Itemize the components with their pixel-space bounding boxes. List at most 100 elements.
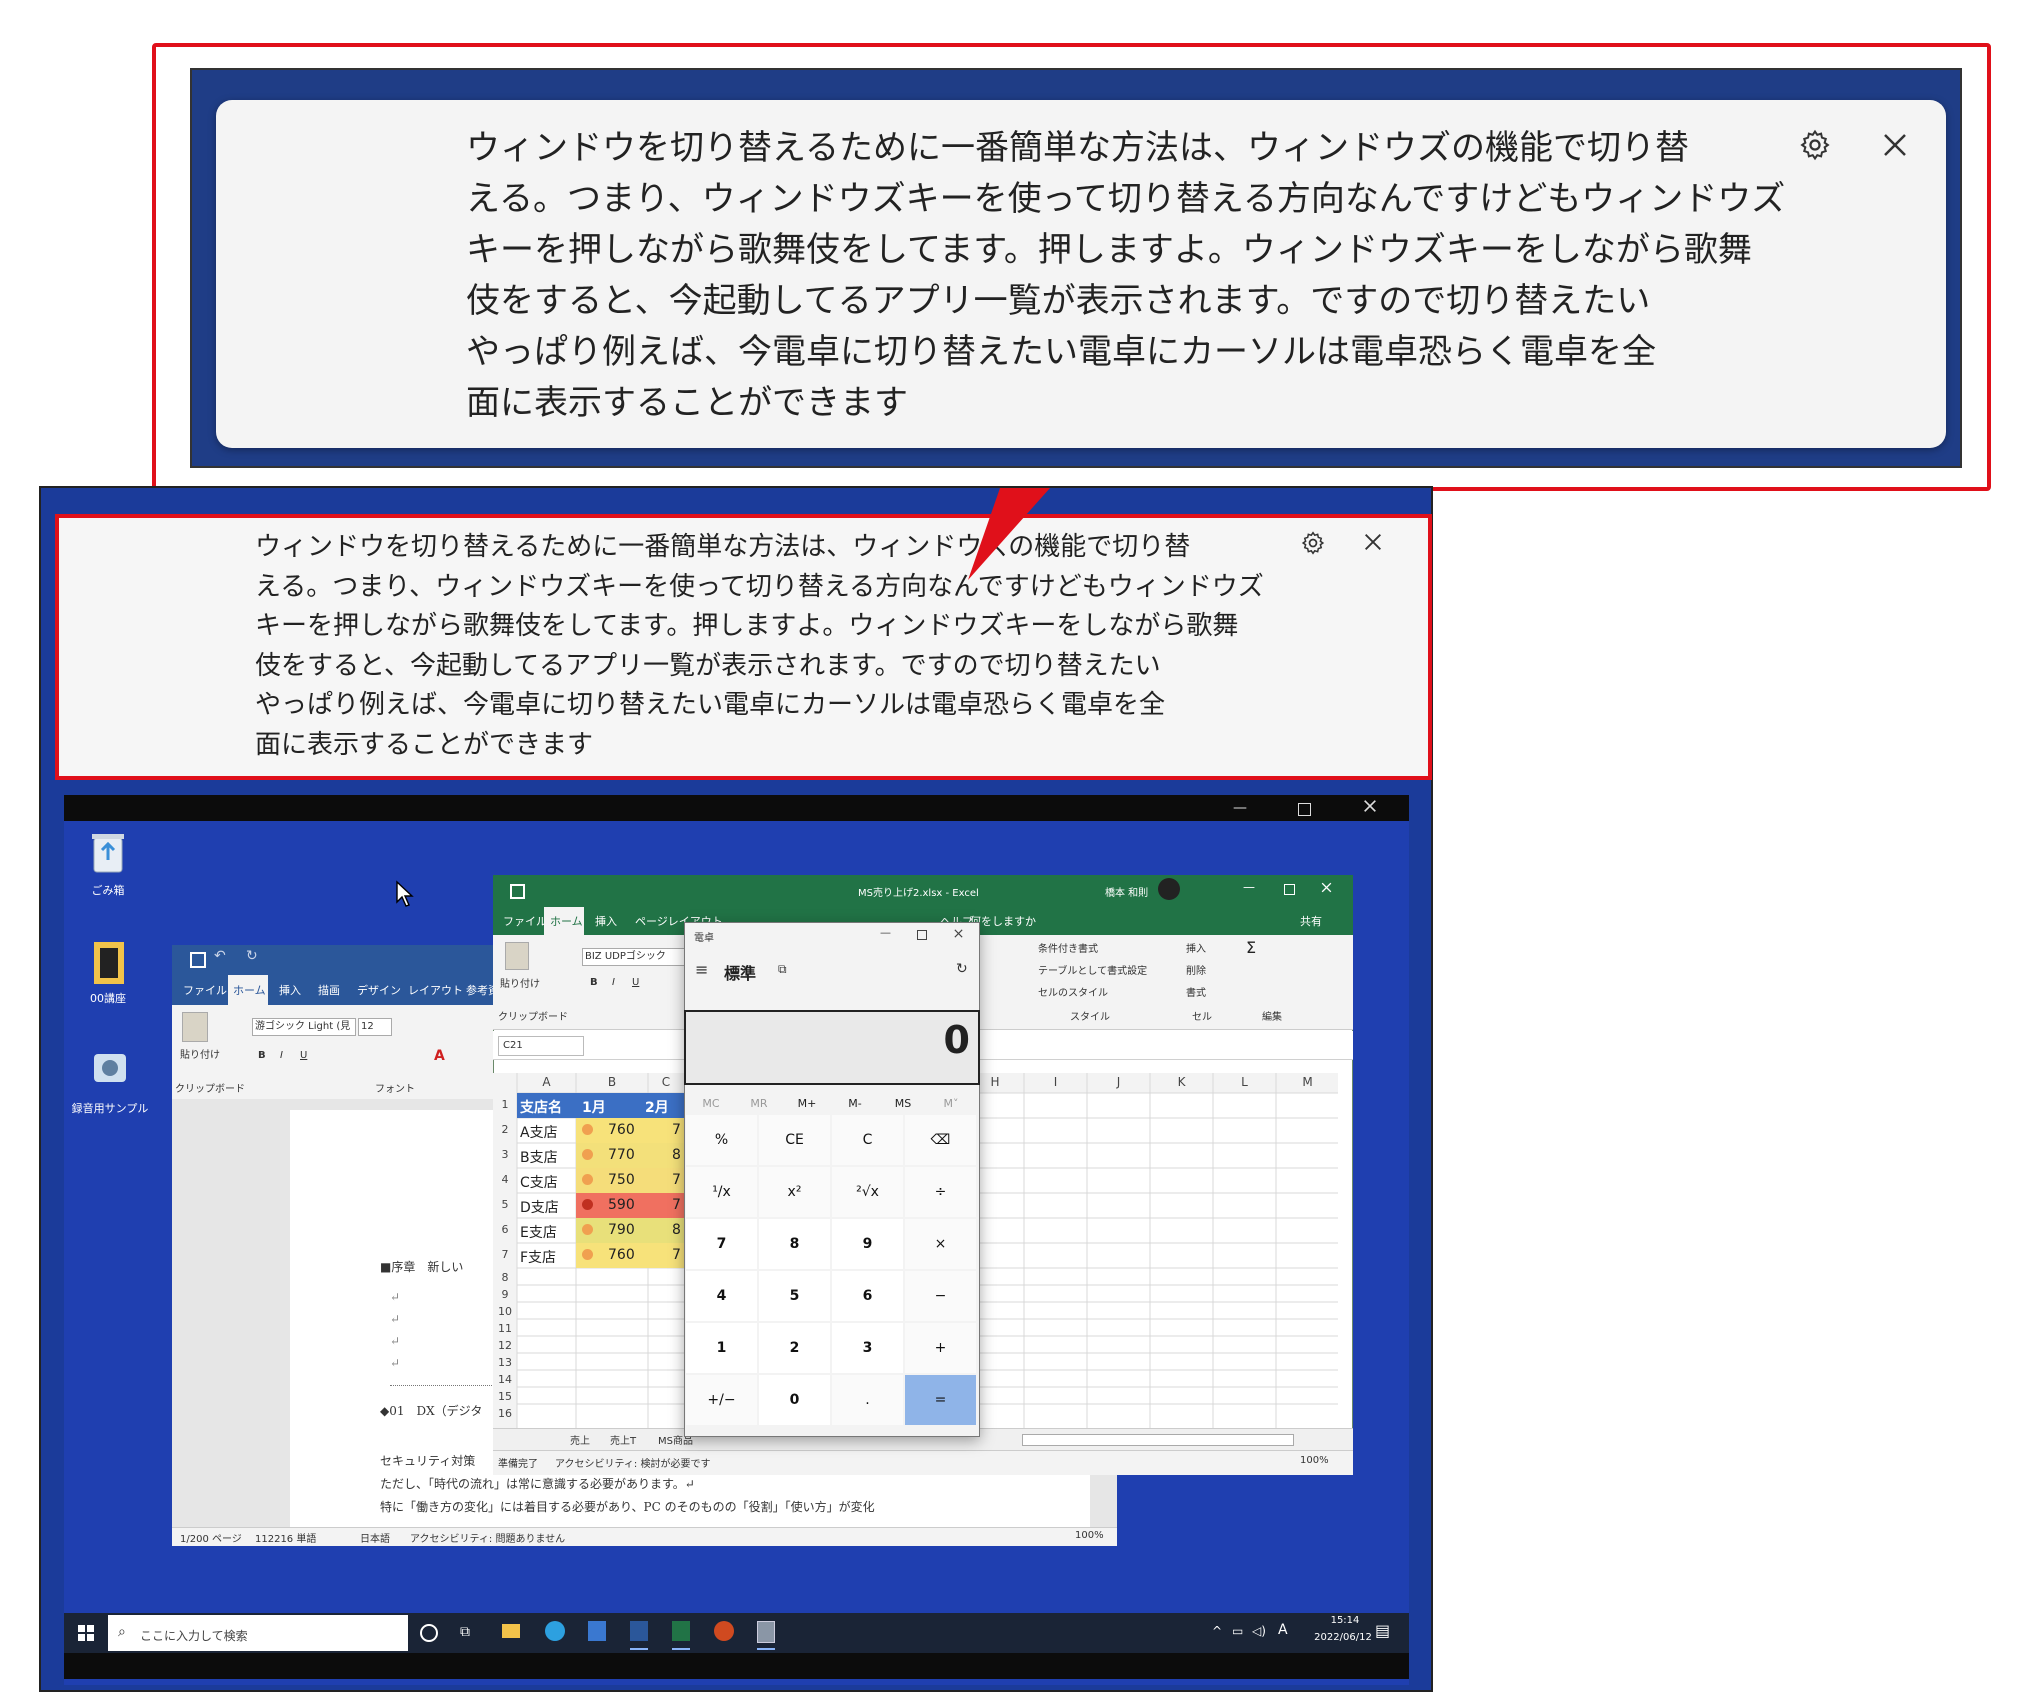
calc-key-2-2[interactable]: 9 — [832, 1219, 903, 1269]
memory-store-button[interactable]: MS — [878, 1097, 928, 1110]
row-header[interactable]: 4 — [495, 1173, 515, 1186]
history-icon[interactable]: ↻ — [956, 961, 968, 977]
calc-key-3-0[interactable]: 4 — [686, 1271, 757, 1321]
calc-key-3-3[interactable]: − — [905, 1271, 976, 1321]
tab-draw[interactable]: 描画 — [318, 982, 340, 998]
italic-button[interactable]: I — [612, 977, 615, 988]
row-header[interactable]: 7 — [495, 1248, 515, 1261]
column-header[interactable]: B — [576, 1075, 648, 1089]
underline-button[interactable]: U — [632, 977, 639, 988]
table-cell[interactable]: 8 — [672, 1147, 681, 1163]
calc-key-1-0[interactable]: ¹/x — [686, 1167, 757, 1217]
calc-key-3-2[interactable]: 6 — [832, 1271, 903, 1321]
bold-button[interactable]: B — [590, 977, 598, 988]
volume-icon[interactable]: ◁) — [1252, 1624, 1266, 1638]
row-header[interactable]: 6 — [495, 1223, 515, 1236]
format-as-table-button[interactable]: テーブルとして書式設定 — [1038, 962, 1147, 977]
row-header[interactable]: 14 — [495, 1373, 515, 1386]
row-header[interactable]: 16 — [495, 1407, 515, 1420]
row-header[interactable]: 5 — [495, 1198, 515, 1211]
memory-list-button[interactable]: M˅ — [926, 1097, 976, 1110]
table-cell[interactable]: 7 — [672, 1172, 681, 1188]
close-caption-icon[interactable] — [1880, 130, 1910, 160]
row-header[interactable]: 1 — [495, 1098, 515, 1111]
name-box[interactable]: C21 — [498, 1036, 584, 1056]
close-icon[interactable] — [953, 928, 964, 939]
close-icon[interactable] — [1320, 881, 1333, 894]
tab-insert[interactable]: 挿入 — [595, 913, 617, 929]
folder-icon[interactable] — [90, 938, 128, 986]
store-icon[interactable] — [588, 1621, 606, 1641]
table-cell[interactable]: 790 — [608, 1222, 635, 1238]
maximize-icon[interactable] — [917, 930, 927, 940]
memory-add-button[interactable]: M+ — [782, 1097, 832, 1110]
sheet-tab[interactable]: 売上 — [570, 1432, 590, 1447]
column-header[interactable]: A — [517, 1075, 576, 1089]
table-cell[interactable]: 590 — [608, 1197, 635, 1213]
column-header[interactable]: M — [1276, 1075, 1339, 1089]
row-header[interactable]: 9 — [495, 1288, 515, 1301]
minimize-icon[interactable]: — — [880, 926, 891, 939]
calc-key-2-1[interactable]: 8 — [759, 1219, 830, 1269]
minimize-icon[interactable]: — — [1233, 800, 1247, 816]
minimize-icon[interactable]: — — [1243, 880, 1255, 894]
column-header[interactable]: L — [1213, 1075, 1276, 1089]
row-header[interactable]: 8 — [495, 1271, 515, 1284]
horizontal-scrollbar[interactable] — [1022, 1434, 1294, 1446]
calc-key-0-1[interactable]: CE — [759, 1115, 830, 1165]
share-button[interactable]: 共有 — [1300, 913, 1322, 929]
maximize-icon[interactable] — [1298, 803, 1311, 816]
bold-button[interactable]: B — [258, 1050, 266, 1061]
calc-key-2-3[interactable]: × — [905, 1219, 976, 1269]
column-header[interactable]: J — [1087, 1075, 1150, 1089]
undo-icon[interactable]: ↶ — [214, 948, 226, 964]
windows-start-icon[interactable] — [78, 1625, 94, 1641]
calculator-taskbar-icon[interactable] — [757, 1621, 775, 1643]
memory-recall-button[interactable]: MR — [734, 1097, 784, 1110]
table-header-cell[interactable]: 1月 — [582, 1097, 606, 1117]
calc-key-4-0[interactable]: 1 — [686, 1323, 757, 1373]
calc-key-5-1[interactable]: 0 — [759, 1375, 830, 1425]
font-color-icon[interactable]: A — [434, 1048, 445, 1064]
column-header[interactable]: C — [648, 1075, 684, 1089]
table-cell[interactable]: 770 — [608, 1147, 635, 1163]
italic-button[interactable]: I — [280, 1050, 283, 1061]
save-icon[interactable] — [510, 884, 525, 899]
memory-subtract-button[interactable]: M- — [830, 1097, 880, 1110]
underline-button[interactable]: U — [300, 1050, 307, 1061]
table-cell[interactable]: 7 — [672, 1197, 681, 1213]
paste-icon[interactable] — [505, 942, 529, 970]
table-cell[interactable]: 760 — [608, 1122, 635, 1138]
table-cell[interactable]: F支店 — [520, 1247, 556, 1267]
notification-icon[interactable]: ▤ — [1375, 1621, 1390, 1640]
delete-cells-button[interactable]: 削除 — [1186, 962, 1206, 977]
font-size-select[interactable]: 12 — [358, 1018, 392, 1036]
tab-home[interactable]: ホーム — [233, 982, 266, 998]
memory-clear-button[interactable]: MC — [686, 1097, 736, 1110]
task-view-icon[interactable]: ⧉ — [460, 1624, 470, 1640]
calc-key-3-1[interactable]: 5 — [759, 1271, 830, 1321]
table-cell[interactable]: 750 — [608, 1172, 635, 1188]
powerpoint-taskbar-icon[interactable] — [714, 1621, 734, 1641]
tab-home[interactable]: ホーム — [550, 913, 583, 929]
tab-insert[interactable]: 挿入 — [279, 982, 301, 998]
excel-taskbar-icon[interactable] — [672, 1621, 690, 1641]
tab-layout[interactable]: レイアウト — [408, 982, 463, 998]
close-caption-icon[interactable] — [1362, 531, 1384, 553]
save-icon[interactable] — [190, 952, 206, 968]
tray-chevron-icon[interactable]: ^ — [1212, 1624, 1222, 1638]
row-header[interactable]: 11 — [495, 1322, 515, 1335]
table-cell[interactable]: E支店 — [520, 1222, 557, 1242]
avatar[interactable] — [1158, 878, 1180, 900]
table-header-cell[interactable]: 支店名 — [520, 1097, 562, 1117]
cortana-icon[interactable] — [420, 1624, 438, 1642]
row-header[interactable]: 13 — [495, 1356, 515, 1369]
tab-design[interactable]: デザイン — [357, 982, 401, 998]
calc-key-4-1[interactable]: 2 — [759, 1323, 830, 1373]
column-header[interactable]: K — [1150, 1075, 1213, 1089]
clock-time[interactable]: 15:14 — [1315, 1615, 1375, 1626]
tab-file[interactable]: ファイル — [503, 913, 547, 929]
row-header[interactable]: 3 — [495, 1148, 515, 1161]
table-header-cell[interactable]: 2月 — [645, 1097, 669, 1117]
calc-key-4-2[interactable]: 3 — [832, 1323, 903, 1373]
